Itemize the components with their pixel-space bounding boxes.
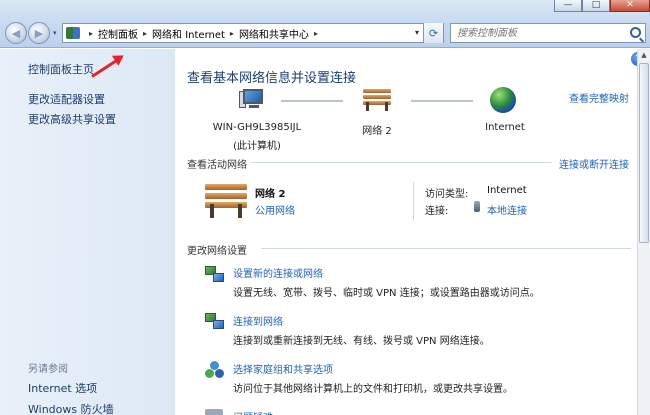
homegroup-sharing-link[interactable]: 选择家庭组和共享选项 bbox=[233, 361, 333, 376]
internet-map-label: Internet bbox=[485, 122, 525, 133]
local-connection-link[interactable]: 本地连接 bbox=[487, 202, 527, 217]
connections-label: 连接: bbox=[425, 206, 449, 217]
maximize-button[interactable]: □ bbox=[582, 0, 610, 12]
access-type-value: Internet bbox=[487, 185, 527, 196]
new-connection-icon bbox=[205, 266, 225, 284]
vertical-scrollbar[interactable]: ▲ bbox=[637, 49, 650, 415]
back-button[interactable]: ◀ bbox=[5, 22, 27, 44]
homegroup-icon bbox=[205, 361, 225, 379]
breadcrumb-separator[interactable]: ▸ bbox=[314, 29, 318, 38]
sidebar-item-home[interactable]: 控制面板主页 bbox=[28, 61, 94, 77]
sidebar-item-advanced-sharing[interactable]: 更改高级共享设置 bbox=[28, 111, 116, 127]
troubleshoot-icon bbox=[205, 409, 223, 415]
forward-button[interactable]: ▶ bbox=[28, 22, 50, 44]
access-type-label: 访问类型: bbox=[425, 189, 469, 200]
breadcrumb-network-sharing-center[interactable]: 网络和共享中心 bbox=[239, 26, 309, 41]
breadcrumb-control-panel[interactable]: 控制面板 bbox=[98, 26, 138, 41]
network-bench-icon[interactable] bbox=[363, 89, 391, 111]
computer-icon bbox=[239, 89, 265, 109]
main-pane: ? 查看基本网络信息并设置连接 查看完整映射 WIN-GH9L3985IJL (… bbox=[175, 49, 645, 415]
sidebar-item-adapter-settings[interactable]: 更改适配器设置 bbox=[28, 91, 105, 107]
connect-to-network-desc: 连接到或重新连接到无线、有线、拨号或 VPN 网络连接。 bbox=[233, 336, 490, 347]
setup-new-connection-desc: 设置无线、宽带、拨号、临时或 VPN 连接；或设置路由器或访问点。 bbox=[233, 288, 540, 299]
search-input[interactable] bbox=[457, 26, 617, 40]
change-settings-heading: 更改网络设置 bbox=[187, 246, 247, 257]
internet-globe-icon[interactable] bbox=[490, 87, 516, 113]
connect-network-icon bbox=[205, 313, 225, 331]
section-divider bbox=[261, 248, 631, 249]
setup-new-connection-link[interactable]: 设置新的连接或网络 bbox=[233, 265, 323, 280]
window-chrome: — □ ✕ ◀ ▶ ▾ ▸ 控制面板 ▸ 网络和 Internet ▸ 网络和共… bbox=[0, 0, 650, 48]
control-panel-icon bbox=[66, 27, 80, 39]
computer-subtitle: (此计算机) bbox=[233, 141, 281, 152]
search-icon[interactable] bbox=[630, 27, 641, 38]
page-title: 查看基本网络信息并设置连接 bbox=[187, 71, 357, 86]
caption-buttons: — □ ✕ bbox=[554, 0, 650, 12]
address-dropdown[interactable]: ▾ bbox=[415, 28, 419, 37]
refresh-button[interactable]: ⟳ bbox=[423, 23, 443, 43]
address-bar[interactable]: ▸ 控制面板 ▸ 网络和 Internet ▸ 网络和共享中心 ▸ ▾ ⟳ bbox=[62, 23, 444, 43]
map-connector-line bbox=[281, 100, 343, 102]
vertical-divider bbox=[413, 182, 414, 220]
see-also-heading: 另请参阅 bbox=[28, 364, 68, 375]
search-box[interactable] bbox=[450, 23, 646, 43]
close-button[interactable]: ✕ bbox=[610, 0, 650, 12]
network-type-link[interactable]: 公用网络 bbox=[255, 202, 295, 217]
troubleshoot-link[interactable]: 问题疑难 bbox=[233, 409, 273, 415]
connect-to-network-link[interactable]: 连接到网络 bbox=[233, 313, 283, 328]
breadcrumb-separator[interactable]: ▸ bbox=[89, 29, 93, 38]
ethernet-plug-icon bbox=[474, 201, 480, 212]
view-full-map-link[interactable]: 查看完整映射 bbox=[569, 90, 629, 105]
homegroup-sharing-desc: 访问位于其他网络计算机上的文件和打印机，或更改共享设置。 bbox=[233, 384, 513, 395]
section-divider bbox=[251, 162, 551, 163]
map-connector-line bbox=[411, 100, 473, 102]
network-map-label: 网络 2 bbox=[362, 126, 392, 137]
sidebar-item-internet-options[interactable]: Internet 选项 bbox=[28, 380, 97, 396]
connect-disconnect-link[interactable]: 连接或断开连接 bbox=[559, 156, 629, 171]
breadcrumb-separator[interactable]: ▸ bbox=[230, 29, 234, 38]
minimize-button[interactable]: — bbox=[554, 0, 582, 12]
breadcrumb-network-internet[interactable]: 网络和 Internet bbox=[152, 26, 225, 41]
scroll-up-button[interactable]: ▲ bbox=[638, 49, 650, 61]
scroll-thumb[interactable] bbox=[639, 63, 649, 243]
active-network-name: 网络 2 bbox=[255, 189, 286, 200]
active-networks-heading: 查看活动网络 bbox=[187, 160, 247, 171]
recent-pages-dropdown[interactable]: ▾ bbox=[53, 29, 57, 37]
computer-name: WIN-GH9L3985IJL bbox=[212, 122, 302, 133]
network-sharing-center-window: — □ ✕ ◀ ▶ ▾ ▸ 控制面板 ▸ 网络和 Internet ▸ 网络和共… bbox=[0, 0, 650, 415]
sidebar: 控制面板主页 更改适配器设置 更改高级共享设置 另请参阅 Internet 选项… bbox=[0, 49, 175, 415]
active-network-bench-icon[interactable] bbox=[205, 184, 247, 218]
breadcrumb-separator[interactable]: ▸ bbox=[143, 29, 147, 38]
sidebar-item-firewall[interactable]: Windows 防火墙 bbox=[28, 401, 114, 415]
